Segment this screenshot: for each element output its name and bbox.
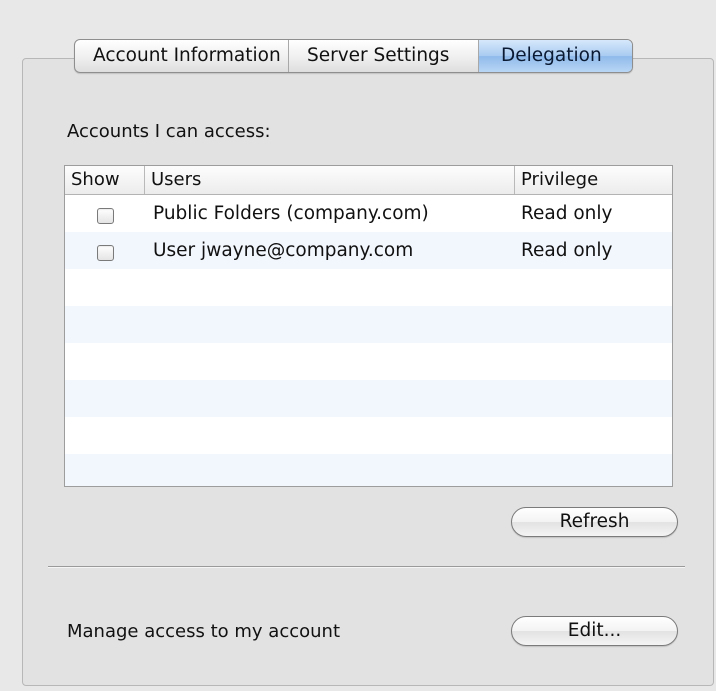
column-header-show[interactable]: Show xyxy=(65,166,145,194)
show-checkbox[interactable] xyxy=(96,207,114,224)
edit-button[interactable]: Edit... xyxy=(511,616,678,646)
manage-access-label: Manage access to my account xyxy=(67,621,341,642)
table-header: Show Users Privilege xyxy=(65,166,672,195)
user-cell: Public Folders (company.com) xyxy=(153,203,429,224)
empty-row xyxy=(65,380,672,417)
tab-delegation[interactable]: Delegation xyxy=(479,40,632,72)
column-header-users[interactable]: Users xyxy=(145,166,515,194)
separator xyxy=(48,566,685,568)
refresh-button[interactable]: Refresh xyxy=(511,507,678,537)
table-row[interactable]: User jwayne@company.com Read only xyxy=(65,232,672,269)
accounts-section-label: Accounts I can access: xyxy=(67,121,271,142)
empty-row xyxy=(65,306,672,343)
show-cell xyxy=(65,204,145,224)
tab-account-information[interactable]: Account Information xyxy=(75,40,289,72)
privilege-cell: Read only xyxy=(521,203,613,224)
table-body: Public Folders (company.com) Read only U… xyxy=(65,195,672,486)
accounts-table: Show Users Privilege Public Folders (com… xyxy=(64,165,673,487)
show-checkbox[interactable] xyxy=(96,244,114,261)
table-row[interactable]: Public Folders (company.com) Read only xyxy=(65,195,672,232)
empty-row xyxy=(65,417,672,454)
user-cell: User jwayne@company.com xyxy=(153,240,414,261)
column-header-privilege[interactable]: Privilege xyxy=(515,166,672,194)
tab-server-settings[interactable]: Server Settings xyxy=(289,40,479,72)
empty-row xyxy=(65,454,672,486)
privilege-cell: Read only xyxy=(521,240,613,261)
show-cell xyxy=(65,241,145,261)
empty-row xyxy=(65,269,672,306)
empty-row xyxy=(65,343,672,380)
tab-bar: Account Information Server Settings Dele… xyxy=(74,39,633,73)
